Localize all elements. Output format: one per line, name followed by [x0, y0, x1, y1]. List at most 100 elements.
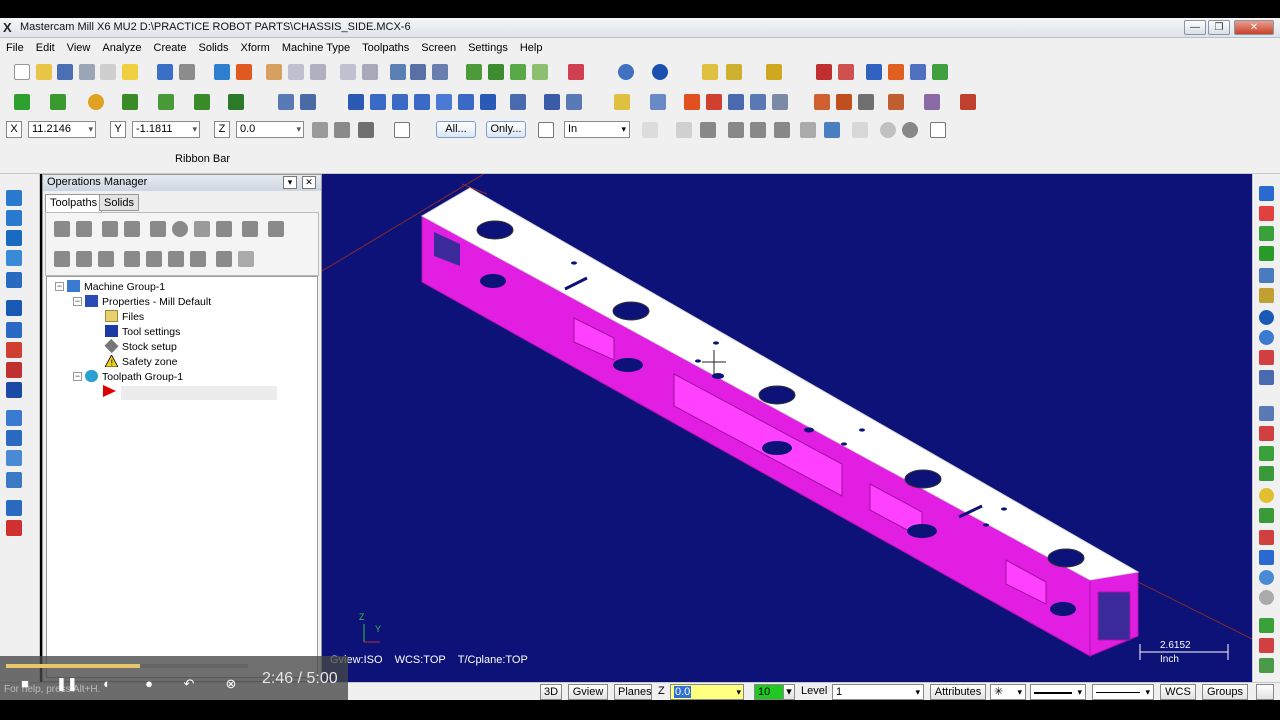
highfeed-icon[interactable] [216, 221, 232, 237]
polygon-select-icon[interactable] [728, 122, 744, 138]
measure-icon[interactable] [726, 64, 742, 80]
solid-icon-14[interactable] [6, 472, 22, 488]
tile-icon[interactable] [888, 64, 904, 80]
zoom-in-icon[interactable] [340, 64, 356, 80]
view-right-icon[interactable] [510, 64, 526, 80]
view-icon-19[interactable] [1259, 570, 1274, 585]
solid-shell-icon[interactable] [888, 94, 904, 110]
translate-icon[interactable] [348, 94, 364, 110]
solid-fillet-icon[interactable] [960, 94, 976, 110]
x-coordinate-input[interactable]: 11.2146 [28, 121, 96, 138]
planes-button[interactable]: Planes [614, 684, 652, 700]
tree-files[interactable]: Files [105, 310, 144, 323]
solid-icon-11[interactable] [6, 410, 22, 426]
solid-icon-1[interactable] [6, 190, 22, 206]
toggle-post-icon[interactable] [98, 251, 114, 267]
move-up-icon[interactable] [146, 251, 162, 267]
menu-xform[interactable]: Xform [235, 38, 276, 54]
menu-machine-type[interactable]: Machine Type [276, 38, 356, 54]
solid-icon-4[interactable] [6, 250, 22, 266]
menu-toolpaths[interactable]: Toolpaths [356, 38, 415, 54]
solid-icon-12[interactable] [6, 430, 22, 446]
chamfer-icon[interactable] [158, 94, 174, 110]
solid-extrude-icon[interactable] [814, 94, 830, 110]
magic-select-icon[interactable] [410, 64, 426, 80]
stretch-icon[interactable] [480, 94, 496, 110]
table-icon[interactable] [684, 94, 700, 110]
body-select-icon[interactable] [902, 122, 918, 138]
solid-grid-icon[interactable] [858, 94, 874, 110]
view-front-icon[interactable] [488, 64, 504, 80]
microphone-icon[interactable]: ● [140, 676, 158, 692]
pencil-icon[interactable] [702, 64, 718, 80]
pointer-icon[interactable] [676, 122, 692, 138]
undo-icon[interactable]: ↶ [180, 676, 198, 692]
tree-toolpath-group[interactable]: Toolpath Group-1 [85, 370, 183, 383]
graphics-viewport[interactable]: Z Y 2.6152 Inch Gview:ISO WCS:TOP T/Cplane… [322, 174, 1252, 682]
select-all-ops-icon[interactable] [54, 221, 70, 237]
list-icon[interactable] [706, 94, 722, 110]
grid-icon[interactable] [838, 64, 854, 80]
insert-arrow-icon[interactable] [168, 251, 184, 267]
line-style-select[interactable]: ▾ [1030, 684, 1086, 700]
vector-select-icon[interactable] [750, 122, 766, 138]
note-icon[interactable] [728, 94, 744, 110]
sphere-icon[interactable] [652, 64, 668, 80]
ops-dropdown-icon[interactable]: ▾ [283, 176, 297, 189]
lock-icon[interactable] [54, 251, 70, 267]
tab-toolpaths[interactable]: Toolpaths [45, 194, 103, 213]
save-icon[interactable] [57, 64, 73, 80]
z-depth-input[interactable]: 0.0 ▾ [670, 684, 744, 700]
tab-solids[interactable]: Solids [99, 194, 139, 211]
selection-mode-icon[interactable] [538, 122, 554, 138]
help-icon[interactable] [394, 122, 410, 138]
view-icon-9[interactable] [1259, 350, 1274, 365]
view-icon-3[interactable] [1259, 226, 1274, 241]
solid-icon-15[interactable] [6, 500, 22, 516]
view-icon-11[interactable] [1259, 406, 1274, 421]
help-what-icon[interactable] [816, 64, 832, 80]
move-down-icon[interactable] [124, 251, 140, 267]
groups-button[interactable]: Groups [1202, 684, 1248, 700]
line-icon[interactable] [50, 94, 66, 110]
surface-icon[interactable] [228, 94, 244, 110]
restore-button[interactable]: ❐ [1208, 20, 1230, 35]
view-icon-15[interactable] [1259, 488, 1274, 503]
globe-icon[interactable] [618, 64, 634, 80]
single-display-icon[interactable] [216, 251, 232, 267]
select-dirty-ops-icon[interactable] [76, 221, 92, 237]
minimize-button[interactable]: — [1184, 20, 1206, 35]
regenerate-dirty-icon[interactable] [124, 221, 140, 237]
point-icon[interactable] [14, 94, 30, 110]
cancel-icon[interactable]: ⊗ [222, 676, 240, 692]
scale-icon[interactable] [414, 94, 430, 110]
rectangular-array-icon[interactable] [544, 94, 560, 110]
view-icon-2[interactable] [1259, 206, 1274, 221]
autocursor-icon[interactable] [334, 122, 350, 138]
tree-machine-group[interactable]: Machine Group-1 [67, 280, 165, 293]
pause-icon[interactable]: ❚❚ [56, 676, 78, 692]
dimension-icon[interactable] [650, 94, 666, 110]
view-icon-18[interactable] [1259, 550, 1274, 565]
selection-method-select[interactable]: In [564, 121, 630, 138]
select-only-button[interactable]: Only... [486, 121, 526, 138]
zoom-window-icon[interactable] [266, 64, 282, 80]
solid-revolve-icon[interactable] [836, 94, 852, 110]
tree-tool-settings[interactable]: Tool settings [105, 325, 180, 338]
menu-solids[interactable]: Solids [193, 38, 235, 54]
solid-icon-6[interactable] [6, 300, 22, 316]
post-icon[interactable] [194, 221, 210, 237]
trim-icon[interactable] [278, 94, 294, 110]
view-icon-20[interactable] [1259, 590, 1274, 605]
solid-icon-8[interactable] [6, 342, 22, 358]
view-icon-4[interactable] [1259, 246, 1274, 261]
ops-close-icon[interactable]: ✕ [302, 176, 316, 189]
menu-settings[interactable]: Settings [462, 38, 514, 54]
view-top-icon[interactable] [466, 64, 482, 80]
status-extra-icon[interactable] [1256, 684, 1274, 700]
project-icon[interactable] [458, 94, 474, 110]
light-icon[interactable] [614, 94, 630, 110]
collapse-machine-group-icon[interactable]: − [55, 282, 64, 291]
view-icon-23[interactable] [1259, 658, 1274, 673]
view-icon-6[interactable] [1259, 288, 1274, 303]
